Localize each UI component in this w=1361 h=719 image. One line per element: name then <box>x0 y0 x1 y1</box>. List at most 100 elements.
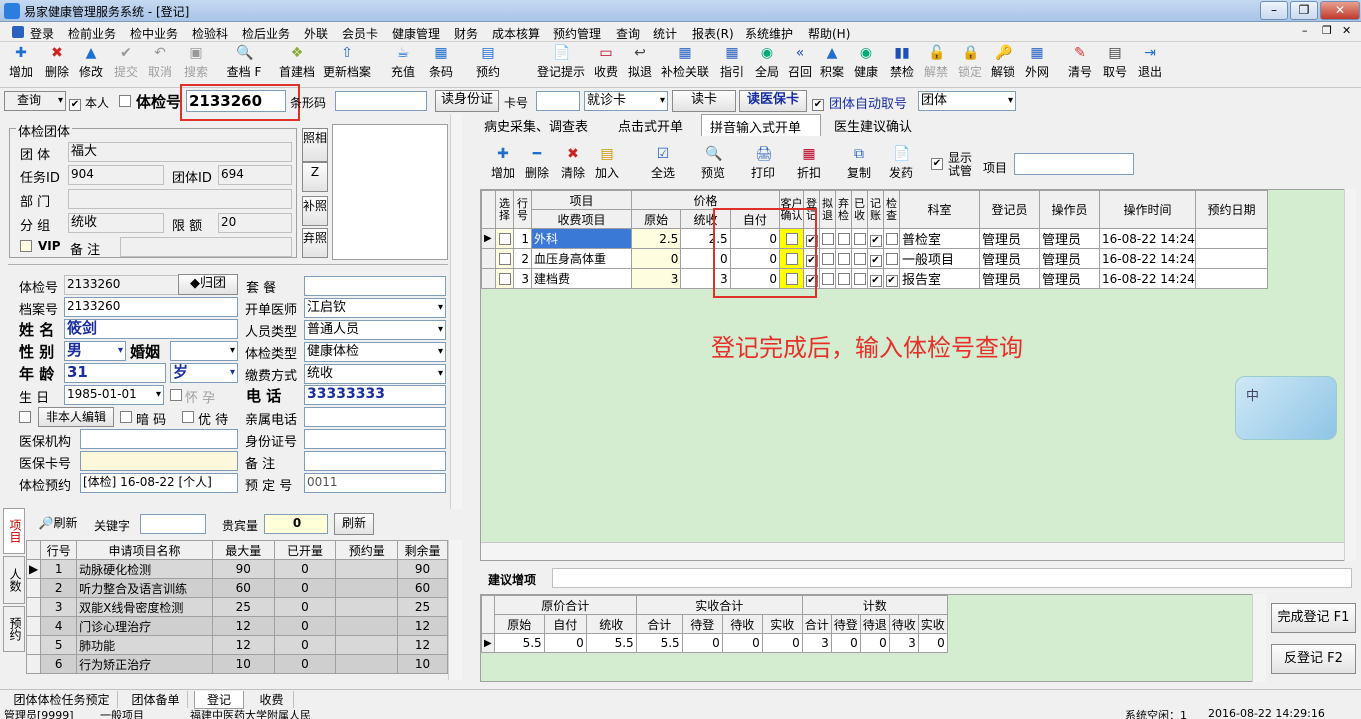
toolbar-btn-22[interactable]: 🔓 解禁 <box>922 45 950 85</box>
side-button-0[interactable]: 照相 <box>302 128 328 162</box>
menu-6[interactable]: 会员卡 <box>342 25 378 42</box>
show-trial-checkbox[interactable]: ✔ <box>931 153 943 170</box>
flag-cell[interactable] <box>835 228 852 249</box>
menu-7[interactable]: 健康管理 <box>392 25 440 42</box>
flag-cell[interactable] <box>819 268 836 289</box>
priority-checkbox[interactable] <box>182 410 194 424</box>
toolbar-btn-17[interactable]: ◉ 全局 <box>753 45 781 85</box>
toolbar-btn-15[interactable]: ▦ 补检关联 <box>657 45 713 85</box>
toolbar-btn-27[interactable]: ▤ 取号 <box>1101 45 1129 85</box>
quota-scrollbar[interactable] <box>448 540 462 680</box>
table-row[interactable]: 2 血压身高体重 0 0 0 ✔ ✔ 一般项目 管理员 管理员 16-08-22 14:24 <box>481 248 1268 269</box>
item-tool-5[interactable]: 🔍 预览 <box>698 146 728 186</box>
toolbar-btn-20[interactable]: ◉ 健康 <box>852 45 880 85</box>
vtab-0[interactable]: 项目 <box>3 508 25 554</box>
flag-checkbox[interactable] <box>885 252 898 265</box>
flag-cell[interactable] <box>851 268 868 289</box>
flag-cell[interactable] <box>819 228 836 249</box>
table-row[interactable]: ▶ 1 动脉硬化检测 90 0 90 <box>25 559 448 579</box>
phone-input[interactable]: 33333333 <box>304 385 446 405</box>
table-row[interactable]: 4 门诊心理治疗 12 0 12 <box>25 616 448 636</box>
toolbar-btn-21[interactable]: ▮▮ 禁检 <box>888 45 916 85</box>
ime-widget[interactable]: 中 <box>1235 376 1337 440</box>
toolbar-btn-18[interactable]: « 召回 <box>786 45 814 85</box>
idcard-input[interactable] <box>304 429 446 449</box>
vtab-2[interactable]: 预约 <box>3 606 25 652</box>
menu-4[interactable]: 检后业务 <box>242 25 290 42</box>
card-no-input[interactable] <box>536 91 580 111</box>
exam-type-select[interactable]: 健康体检 <box>304 342 446 362</box>
staff-type-select[interactable]: 普通人员 <box>304 320 446 340</box>
flag-cell[interactable] <box>883 228 900 249</box>
flag-checkbox[interactable] <box>853 252 866 265</box>
vtab-1[interactable]: 人数 <box>3 556 25 604</box>
toolbar-btn-23[interactable]: 🔒 锁定 <box>956 45 984 85</box>
appoint-field[interactable]: [体检] 16-08-22 [个人] <box>80 473 238 493</box>
mdi-restore[interactable]: ❐ <box>1322 24 1332 37</box>
item-tool-8[interactable]: ⧉ 复制 <box>844 146 874 186</box>
auto-group-checkbox[interactable]: ✔ <box>812 94 824 111</box>
summary-scrollbar[interactable] <box>1252 594 1266 682</box>
toolbar-btn-5[interactable]: ▣ 搜索 <box>182 45 210 85</box>
select-cell[interactable] <box>495 268 514 289</box>
flag-checkbox[interactable] <box>837 232 850 245</box>
tab-2[interactable]: 拼音输入式开单 <box>701 114 821 136</box>
non-self-checkbox[interactable] <box>19 410 31 424</box>
group-type-select[interactable]: 团体 <box>918 91 1016 111</box>
table-row[interactable]: ▶ 1 外科 2.5 2.5 0 ✔ ✔ 普检室 管理员 管理员 16-08-22 14:24 <box>481 228 1268 249</box>
toolbar-btn-9[interactable]: ☕ 充值 <box>389 45 417 85</box>
name-input[interactable]: 筱剑 <box>64 319 238 339</box>
toolbar-btn-14[interactable]: ↩ 拟退 <box>626 45 654 85</box>
keyword-input[interactable] <box>140 514 206 534</box>
read-medical-card-button[interactable]: 读医保卡 <box>739 90 807 112</box>
toolbar-btn-8[interactable]: ⇧ 更新档案 <box>320 45 374 85</box>
menu-14[interactable]: 系统维护 <box>745 25 793 42</box>
item-tool-2[interactable]: ✖ 清除 <box>558 146 588 186</box>
item-tool-7[interactable]: ▦ 折扣 <box>794 146 824 186</box>
menu-3[interactable]: 检验科 <box>192 25 228 42</box>
left-scrollbar[interactable] <box>450 114 462 509</box>
flag-checkbox[interactable] <box>821 232 834 245</box>
toolbar-btn-12[interactable]: 📄 登记提示 <box>533 45 589 85</box>
menu-12[interactable]: 统计 <box>653 25 677 42</box>
file-no-field[interactable]: 2133260 <box>64 297 238 317</box>
toolbar-btn-24[interactable]: 🔑 解锁 <box>989 45 1017 85</box>
item-tool-4[interactable]: ☑ 全选 <box>648 146 678 186</box>
refresh2-button[interactable]: 刷新 <box>334 513 374 535</box>
select-cell[interactable] <box>495 228 514 249</box>
menu-2[interactable]: 检中业务 <box>130 25 178 42</box>
pregnant-checkbox[interactable] <box>170 388 182 402</box>
item-search-input[interactable] <box>1014 153 1134 175</box>
toolbar-btn-16[interactable]: ▦ 指引 <box>718 45 746 85</box>
flag-checkbox[interactable]: ✔ <box>869 235 882 247</box>
toolbar-btn-11[interactable]: ▤ 预约 <box>474 45 502 85</box>
close-button[interactable]: ✕ <box>1320 1 1360 20</box>
barcode-input[interactable] <box>335 91 427 111</box>
suggest-field[interactable] <box>552 568 1352 588</box>
bottom-tab-3[interactable]: 收费 <box>250 691 294 708</box>
flag-checkbox[interactable] <box>885 232 898 245</box>
toolbar-btn-1[interactable]: ✖ 删除 <box>43 45 71 85</box>
item-tool-1[interactable]: ━ 删除 <box>522 146 552 186</box>
self-checkbox[interactable]: ✔ <box>69 94 81 111</box>
birth-date-picker[interactable]: 1985-01-01 <box>64 385 164 405</box>
menu-11[interactable]: 查询 <box>616 25 640 42</box>
finish-register-button[interactable]: 完成登记 F1 <box>1271 603 1356 633</box>
insurer-input[interactable] <box>80 429 238 449</box>
side-button-1[interactable]: Z <box>302 162 328 192</box>
item-tool-9[interactable]: 📄 发药 <box>886 146 916 186</box>
flag-cell[interactable] <box>851 228 868 249</box>
tab-1[interactable]: 点击式开单 <box>610 114 696 136</box>
table-row[interactable]: 3 建档费 3 3 0 ✔ ✔ ✔ 报告室 管理员 管理员 16-08-22 14:24 <box>481 268 1268 289</box>
bottom-tab-0[interactable]: 团体体检任务预定 <box>6 691 118 708</box>
read-id-button[interactable]: 读身份证 <box>435 90 499 112</box>
menu-9[interactable]: 成本核算 <box>492 25 540 42</box>
menu-5[interactable]: 外联 <box>304 25 328 42</box>
flag-checkbox[interactable] <box>837 272 850 285</box>
menu-10[interactable]: 预约管理 <box>553 25 601 42</box>
flag-cell[interactable] <box>835 268 852 289</box>
flag-checkbox[interactable] <box>837 252 850 265</box>
age-unit-select[interactable]: 岁 <box>170 363 238 383</box>
menu-8[interactable]: 财务 <box>454 25 478 42</box>
package-input[interactable] <box>304 276 446 296</box>
